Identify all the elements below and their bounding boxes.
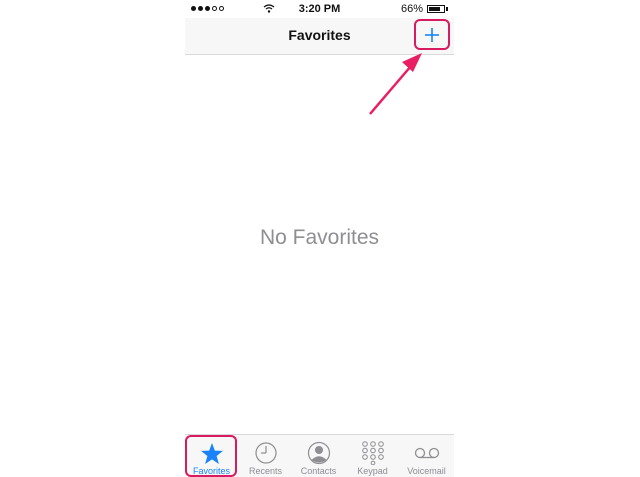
annotation-arrow <box>369 53 422 115</box>
